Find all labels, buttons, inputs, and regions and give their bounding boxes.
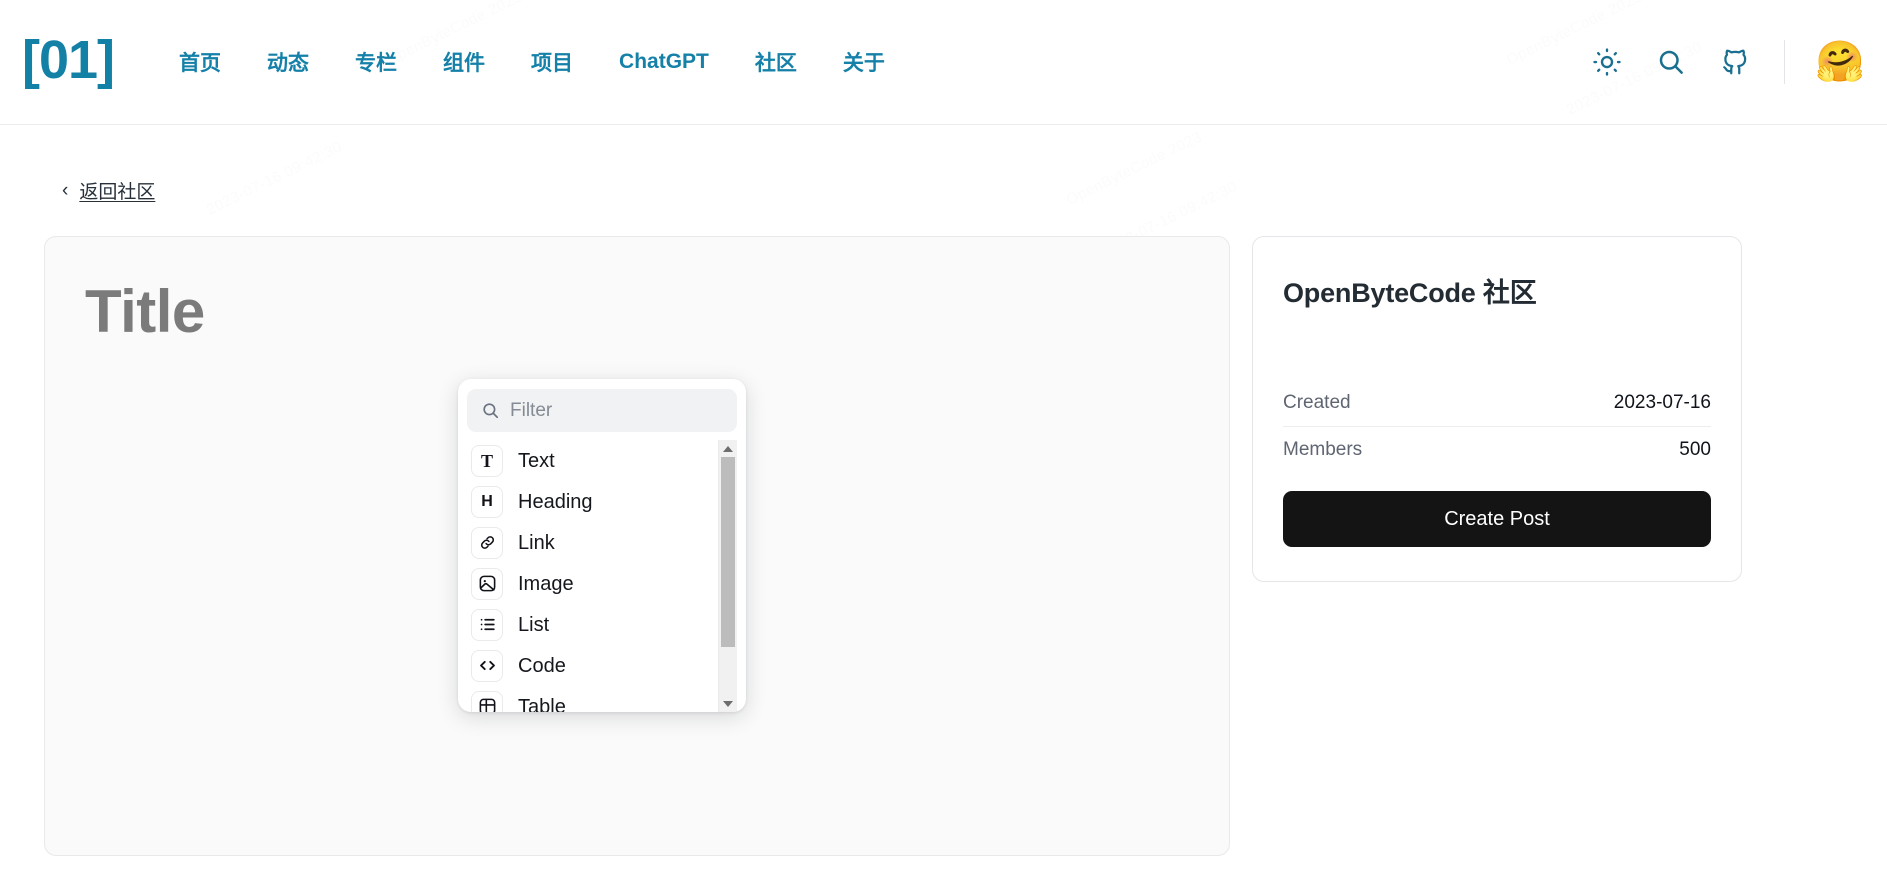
block-option-label: Image bbox=[518, 572, 574, 595]
user-avatar[interactable]: 🤗 bbox=[1815, 39, 1865, 85]
block-filter-box[interactable] bbox=[467, 389, 737, 432]
github-icon bbox=[1720, 47, 1750, 77]
block-menu-scroll-area: T Text H Heading Link Image List Code Ta… bbox=[467, 440, 737, 712]
nav-item-community[interactable]: 社区 bbox=[732, 39, 820, 85]
block-option-heading[interactable]: H Heading bbox=[467, 481, 714, 522]
community-info-card: OpenByteCode 社区 Created 2023-07-16 Membe… bbox=[1252, 236, 1742, 582]
chevron-left-icon: ‹ bbox=[62, 180, 69, 201]
block-filter-input[interactable] bbox=[510, 399, 723, 422]
block-option-table[interactable]: Table bbox=[467, 686, 714, 712]
search-icon bbox=[1656, 47, 1686, 77]
block-option-label: Code bbox=[518, 654, 566, 677]
page-content: ‹ 返回社区 Title Filter T Text H Heading Lin… bbox=[0, 125, 1887, 856]
breadcrumb: ‹ 返回社区 bbox=[44, 125, 1843, 204]
stat-row-created: Created 2023-07-16 bbox=[1283, 380, 1711, 426]
nav-item-components[interactable]: 组件 bbox=[420, 39, 508, 85]
block-menu-scrollbar[interactable] bbox=[718, 440, 737, 712]
main-nav: 首页 动态 专栏 组件 项目 ChatGPT 社区 关于 bbox=[156, 39, 908, 85]
nav-item-home[interactable]: 首页 bbox=[156, 39, 244, 85]
scroll-down-arrow-icon[interactable] bbox=[719, 695, 737, 712]
nav-item-columns[interactable]: 专栏 bbox=[332, 39, 420, 85]
code-icon bbox=[471, 649, 503, 682]
post-editor-card: Title Filter T Text H Heading Link Image… bbox=[44, 236, 1230, 856]
content-grid: Title Filter T Text H Heading Link Image… bbox=[44, 236, 1843, 856]
stat-value: 2023-07-16 bbox=[1613, 392, 1711, 413]
nav-item-projects[interactable]: 项目 bbox=[508, 39, 596, 85]
search-icon bbox=[481, 401, 500, 420]
block-option-link[interactable]: Link bbox=[467, 522, 714, 563]
brand-logo[interactable]: [01] bbox=[22, 33, 115, 87]
stat-label: Created bbox=[1283, 392, 1351, 413]
sun-icon bbox=[1592, 47, 1622, 77]
image-icon bbox=[471, 567, 503, 600]
text-icon-glyph: T bbox=[480, 450, 493, 471]
back-link-label: 返回社区 bbox=[79, 182, 156, 203]
nav-item-about[interactable]: 关于 bbox=[820, 39, 908, 85]
stat-value: 500 bbox=[1679, 439, 1711, 460]
block-type-list: T Text H Heading Link Image List Code Ta… bbox=[467, 440, 718, 712]
block-option-label: Table bbox=[518, 695, 566, 713]
heading-icon: H bbox=[471, 485, 503, 518]
nav-item-chatgpt[interactable]: ChatGPT bbox=[596, 42, 732, 82]
search-button[interactable] bbox=[1654, 45, 1688, 79]
site-header: [01] 首页 动态 专栏 组件 项目 ChatGPT 社区 关于 🤗 bbox=[0, 0, 1887, 125]
github-button[interactable] bbox=[1718, 45, 1752, 79]
header-actions: 🤗 bbox=[1590, 39, 1865, 85]
nav-item-feed[interactable]: 动态 bbox=[244, 39, 332, 85]
text-icon: T bbox=[471, 444, 503, 477]
back-to-community-link[interactable]: ‹ 返回社区 bbox=[62, 177, 155, 204]
link-icon bbox=[471, 526, 503, 559]
list-icon bbox=[471, 608, 503, 641]
heading-icon-glyph: H bbox=[481, 492, 493, 510]
stat-label: Members bbox=[1283, 439, 1363, 460]
theme-toggle-button[interactable] bbox=[1590, 45, 1624, 79]
create-post-button[interactable]: Create Post bbox=[1283, 491, 1711, 547]
post-title-input[interactable]: Title bbox=[85, 279, 1189, 345]
block-option-label: Heading bbox=[518, 490, 593, 513]
block-option-list[interactable]: List bbox=[467, 604, 714, 645]
table-icon bbox=[471, 690, 503, 712]
community-name: OpenByteCode 社区 bbox=[1283, 278, 1537, 308]
header-divider bbox=[1784, 40, 1785, 84]
block-option-label: List bbox=[518, 613, 550, 636]
block-option-image[interactable]: Image bbox=[467, 563, 714, 604]
block-option-text[interactable]: T Text bbox=[467, 440, 714, 481]
stat-row-members: Members 500 bbox=[1283, 426, 1711, 473]
block-option-label: Text bbox=[518, 449, 555, 472]
scrollbar-track[interactable] bbox=[719, 457, 737, 695]
block-type-menu: T Text H Heading bbox=[458, 379, 746, 712]
block-option-label: Link bbox=[518, 531, 555, 554]
scrollbar-thumb[interactable] bbox=[721, 457, 735, 648]
block-option-code[interactable]: Code bbox=[467, 645, 714, 686]
scroll-up-arrow-icon[interactable] bbox=[719, 440, 737, 457]
